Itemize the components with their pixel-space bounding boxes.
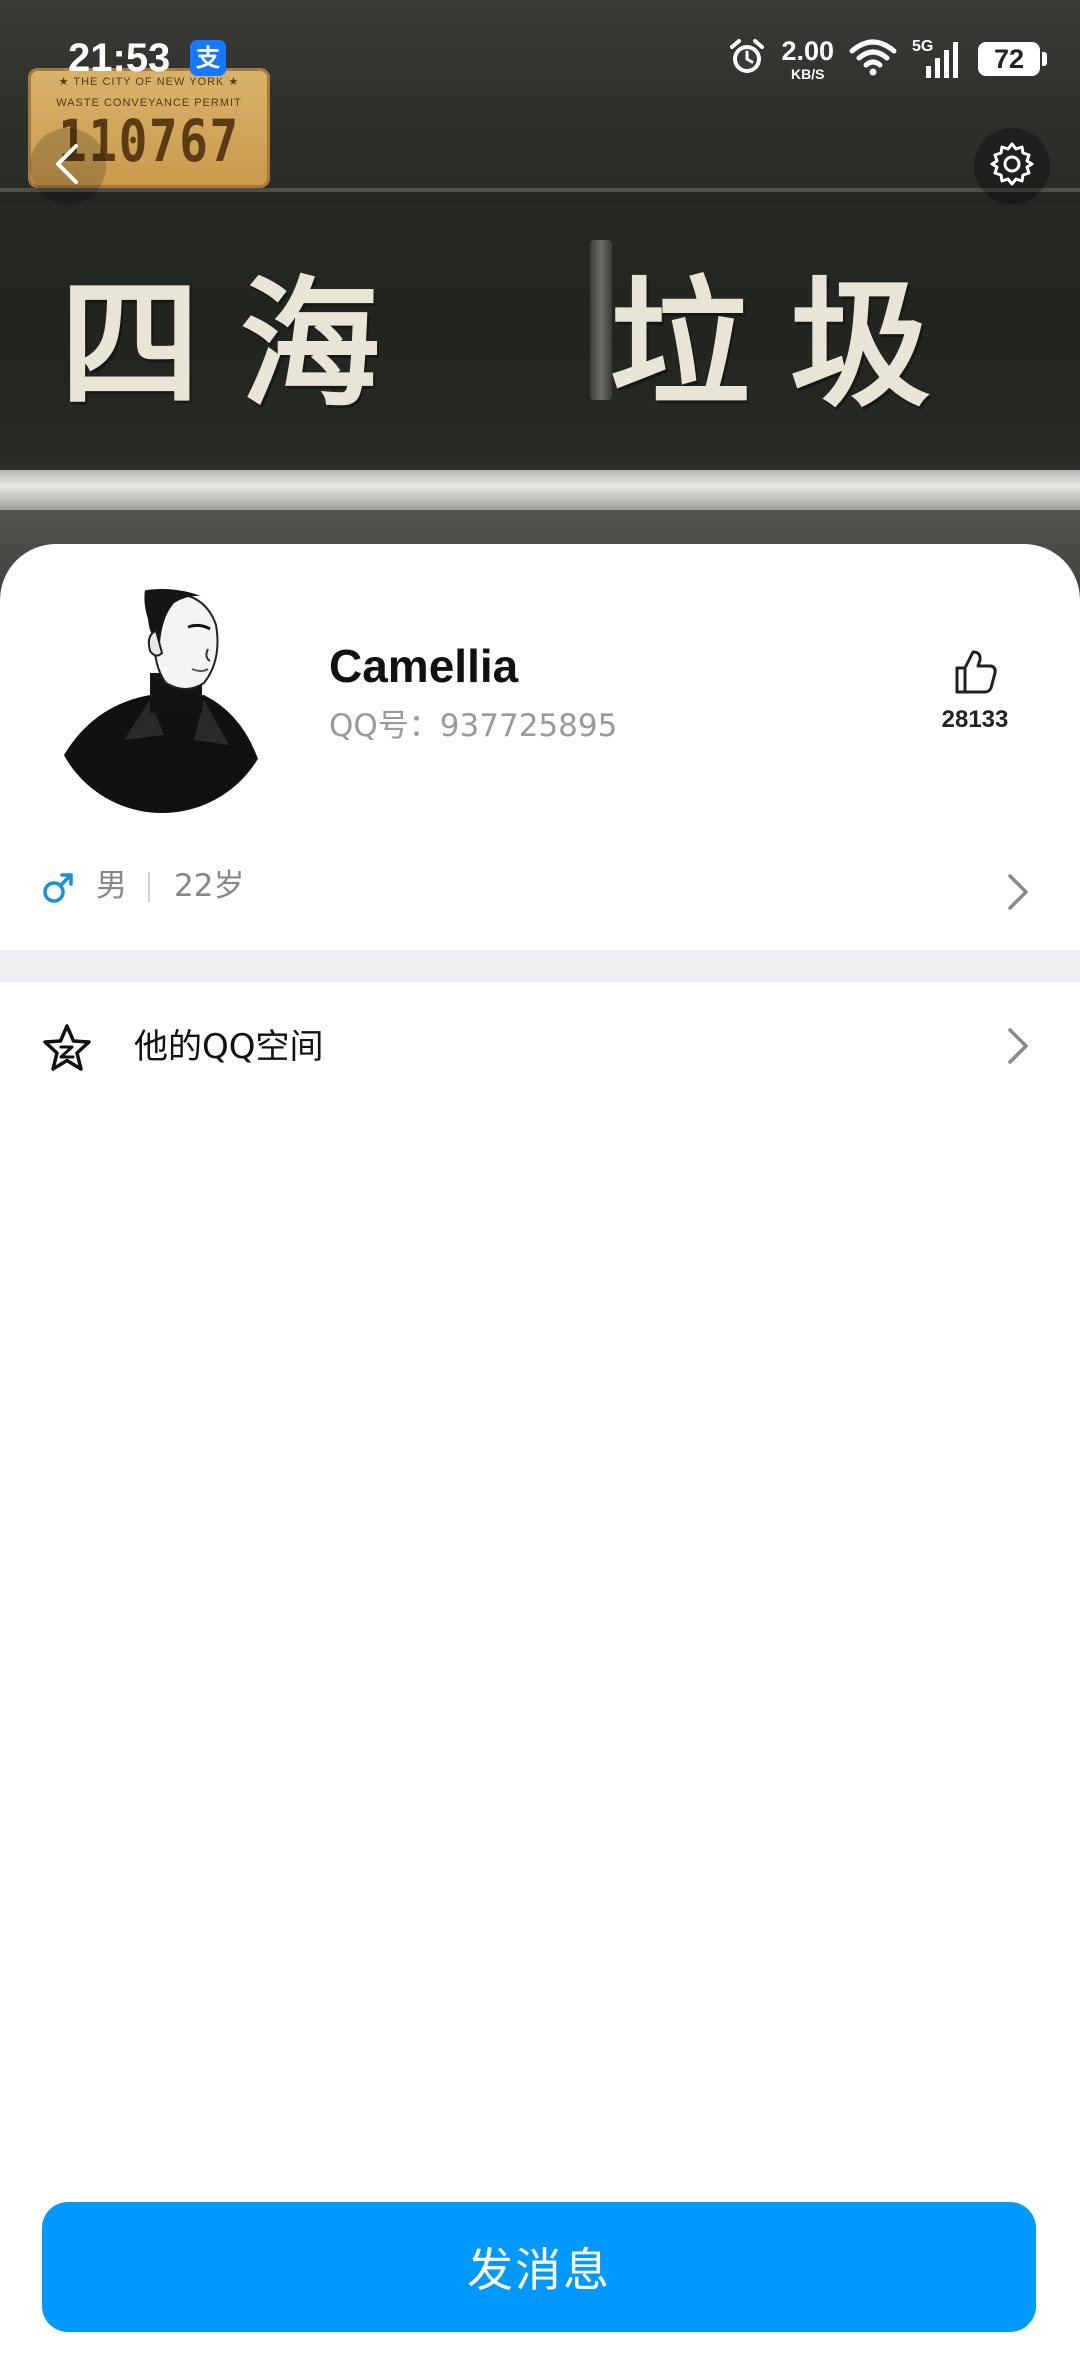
sign-text-left: 四海 <box>60 263 421 427</box>
male-icon <box>40 870 76 906</box>
qzone-star-icon <box>40 1022 94 1076</box>
settings-button[interactable] <box>974 128 1050 204</box>
qzone-label: 他的QQ空间 <box>134 1027 324 1067</box>
cellular-signal-icon: 5G <box>912 38 964 80</box>
chevron-right-icon <box>1002 870 1032 914</box>
status-bar: 21:53 支 2.00 KB/S 5G 72 <box>0 0 1080 115</box>
thumbs-up-icon <box>951 648 999 700</box>
avatar[interactable] <box>54 565 270 817</box>
basic-info-row[interactable]: 男 22岁 <box>0 850 1080 930</box>
age-text: 22岁 <box>174 868 245 904</box>
sign-text-right: 垃圾 <box>610 263 971 427</box>
cover-hinge <box>590 240 612 400</box>
profile-card: Camellia QQ号：937725895 28133 男 22岁 他的QQ空… <box>0 544 1080 2376</box>
status-indicators: 2.00 KB/S 5G 72 <box>727 30 1047 88</box>
nickname: Camellia <box>329 640 519 692</box>
back-button[interactable] <box>30 128 106 204</box>
net-speed: 2.00 KB/S <box>781 35 834 82</box>
cover-rail <box>0 470 1080 510</box>
like-count: 28133 <box>941 706 1009 733</box>
qzone-entry[interactable]: 他的QQ空间 <box>0 982 1080 1112</box>
info-divider <box>148 872 150 902</box>
status-time: 21:53 <box>68 36 171 80</box>
wifi-icon <box>848 37 898 81</box>
gear-icon <box>988 140 1036 192</box>
like-button[interactable]: 28133 <box>930 648 1020 734</box>
battery-icon: 72 <box>978 42 1047 76</box>
section-divider <box>0 950 1080 982</box>
gender-text: 男 <box>96 868 127 904</box>
alipay-icon: 支 <box>190 40 226 76</box>
net-speed-value: 2.00 <box>781 35 834 66</box>
qq-number: QQ号：937725895 <box>329 708 618 744</box>
chevron-right-icon <box>1002 1024 1032 1068</box>
send-message-button[interactable]: 发消息 <box>42 2202 1036 2332</box>
cover-seam <box>0 188 1080 192</box>
alarm-icon <box>727 37 767 81</box>
chevron-left-icon <box>50 142 86 190</box>
net-speed-unit: KB/S <box>790 65 825 82</box>
